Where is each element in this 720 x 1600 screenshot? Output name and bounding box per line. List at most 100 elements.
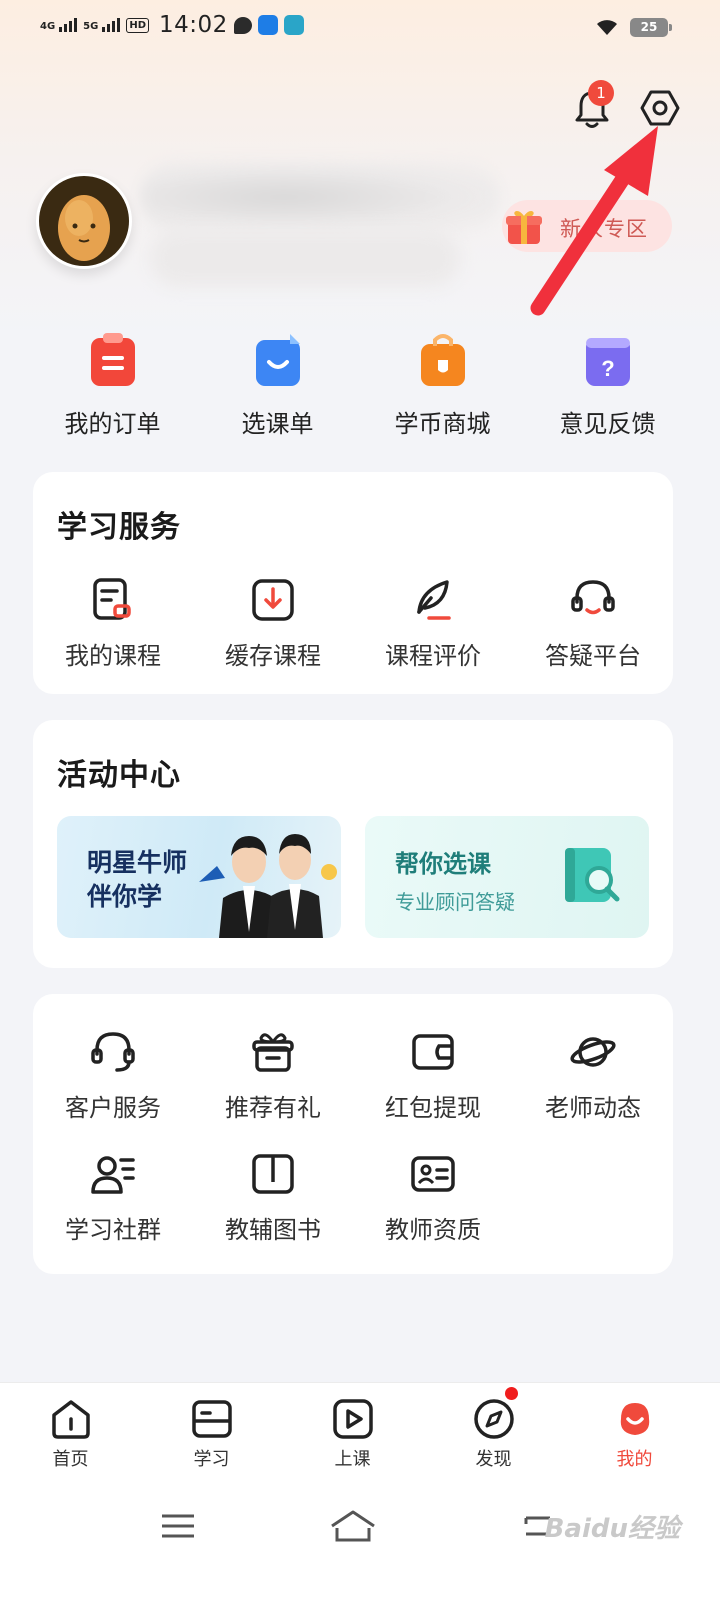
community-icon [91, 1156, 135, 1194]
course-list-icon [255, 334, 300, 386]
home-nav-icon[interactable] [328, 1508, 378, 1544]
tab-label: 上课 [334, 1449, 371, 1470]
potato-avatar-icon [58, 195, 110, 261]
notification-badge: 1 [588, 80, 614, 106]
service-label: 老师动态 [545, 1094, 641, 1122]
service-referral-gift[interactable]: 推荐有礼 [193, 1028, 353, 1123]
more-services-card: 客户服务 推荐有礼 红包提现 老师动态 学习社群 教辅图书 教师资质 [33, 994, 673, 1274]
service-qa-platform[interactable]: 答疑平台 [513, 576, 673, 671]
service-study-books[interactable]: 教辅图书 [193, 1150, 353, 1245]
blurred-user-info [150, 230, 460, 286]
gift-icon [252, 1033, 294, 1072]
service-red-packet-withdraw[interactable]: 红包提现 [353, 1028, 513, 1123]
home-icon [51, 1400, 90, 1439]
star-teacher-banner[interactable]: 明星牛师 伴你学 [57, 816, 341, 938]
discover-badge-dot [505, 1387, 518, 1400]
service-label: 推荐有礼 [225, 1094, 321, 1122]
tab-mine[interactable]: 我的 [564, 1383, 705, 1486]
service-teacher-qualification[interactable]: 教师资质 [353, 1150, 513, 1245]
activity-center-card: 活动中心 明星牛师 伴你学 帮你选课 专业顾问答疑 [33, 720, 673, 968]
tab-study[interactable]: 学习 [141, 1383, 282, 1486]
new-user-zone-label: 新人专区 [560, 217, 648, 241]
quick-nav-course-list[interactable]: 选课单 [195, 330, 360, 439]
banner1-line1: 明星牛师 [87, 848, 188, 877]
service-label: 客户服务 [65, 1094, 161, 1122]
signal-type-1: 4G [40, 21, 56, 32]
star-teacher-banner-text: 明星牛师 伴你学 [87, 846, 187, 914]
service-my-courses[interactable]: 我的课程 [33, 576, 193, 671]
cellular-signal-1: 4G [40, 18, 78, 32]
feedback-icon: ? [585, 338, 630, 386]
service-label: 答疑平台 [545, 642, 641, 670]
menu-icon[interactable] [158, 1508, 198, 1544]
battery-indicator: 25 [630, 17, 672, 37]
tab-label: 我的 [616, 1449, 653, 1470]
service-label: 教师资质 [385, 1216, 481, 1244]
service-label: 学习社群 [65, 1216, 161, 1244]
status-bar: 4G 5G HD 14:02 25 [0, 0, 720, 56]
course-advice-title: 帮你选课 [395, 850, 491, 878]
blurred-username [140, 162, 500, 232]
tab-label: 首页 [52, 1449, 89, 1470]
app-notification-icon-2 [283, 15, 304, 35]
app-notification-icon [257, 15, 278, 35]
service-label: 缓存课程 [225, 642, 321, 670]
signal-type-2: 5G [83, 21, 99, 32]
banner1-line2: 伴你学 [87, 882, 163, 911]
play-icon [332, 1399, 373, 1439]
wallet-icon [412, 1034, 454, 1070]
baidu-watermark: Baidu经验 [544, 1514, 680, 1544]
download-icon [252, 579, 294, 621]
study-services-title: 学习服务 [57, 510, 181, 545]
course-advice-subtitle: 专业顾问答疑 [395, 890, 515, 914]
tab-class[interactable]: 上课 [282, 1383, 423, 1486]
teachers-photo-icon [199, 834, 337, 938]
headset-icon [571, 580, 615, 615]
tab-label: 发现 [475, 1449, 512, 1470]
service-study-community[interactable]: 学习社群 [33, 1150, 193, 1245]
quick-nav-coin-shop[interactable]: 学币商城 [360, 330, 525, 439]
wifi-icon [597, 20, 617, 35]
service-customer-service[interactable]: 客户服务 [33, 1028, 193, 1123]
service-cached-courses[interactable]: 缓存课程 [193, 576, 353, 671]
clock: 14:02 [159, 12, 228, 38]
course-advice-banner[interactable]: 帮你选课 专业顾问答疑 [365, 816, 649, 938]
settings-gear-icon[interactable] [640, 88, 680, 128]
customer-service-icon [91, 1032, 135, 1072]
quick-nav: 我的订单 选课单 学币商城 ? 意见反馈 [30, 330, 690, 439]
profile-face-icon [620, 1403, 649, 1435]
service-label: 教辅图书 [225, 1216, 321, 1244]
cellular-signal-2: 5G [83, 18, 121, 32]
hd-voice-badge: HD [126, 17, 150, 33]
chat-notification-icon [233, 16, 252, 34]
quick-nav-label: 我的订单 [64, 410, 161, 438]
quick-nav-label: 意见反馈 [559, 410, 656, 438]
book-search-icon [565, 848, 620, 902]
quick-nav-my-orders[interactable]: 我的订单 [30, 330, 195, 439]
compass-icon [473, 1399, 514, 1439]
book-icon [252, 1154, 294, 1194]
tab-discover[interactable]: 发现 [423, 1383, 564, 1486]
service-label: 课程评价 [385, 642, 481, 670]
tab-home[interactable]: 首页 [0, 1383, 141, 1486]
study-icon [191, 1400, 232, 1438]
service-teacher-updates[interactable]: 老师动态 [513, 1028, 673, 1123]
study-services-card: 学习服务 我的课程 缓存课程 课程评价 答疑平台 [33, 472, 673, 694]
service-course-review[interactable]: 课程评价 [353, 576, 513, 671]
svg-text:?: ? [601, 356, 614, 381]
activity-center-title: 活动中心 [57, 758, 181, 793]
tab-label: 学习 [193, 1449, 230, 1470]
quick-nav-feedback[interactable]: ? 意见反馈 [525, 330, 690, 439]
bottom-tab-bar: 首页 学习 上课 发现 我的 [0, 1382, 720, 1486]
planet-icon [570, 1037, 616, 1067]
gift-box-icon [506, 210, 542, 244]
review-pen-icon [417, 580, 451, 620]
new-user-zone-button[interactable]: 新人专区 [502, 200, 672, 252]
avatar[interactable] [36, 173, 132, 269]
my-course-icon [93, 578, 131, 620]
service-label: 我的课程 [65, 642, 161, 670]
order-icon [90, 333, 135, 386]
id-card-icon [411, 1156, 455, 1192]
shop-icon [420, 334, 465, 386]
quick-nav-label: 学币商城 [394, 410, 491, 438]
